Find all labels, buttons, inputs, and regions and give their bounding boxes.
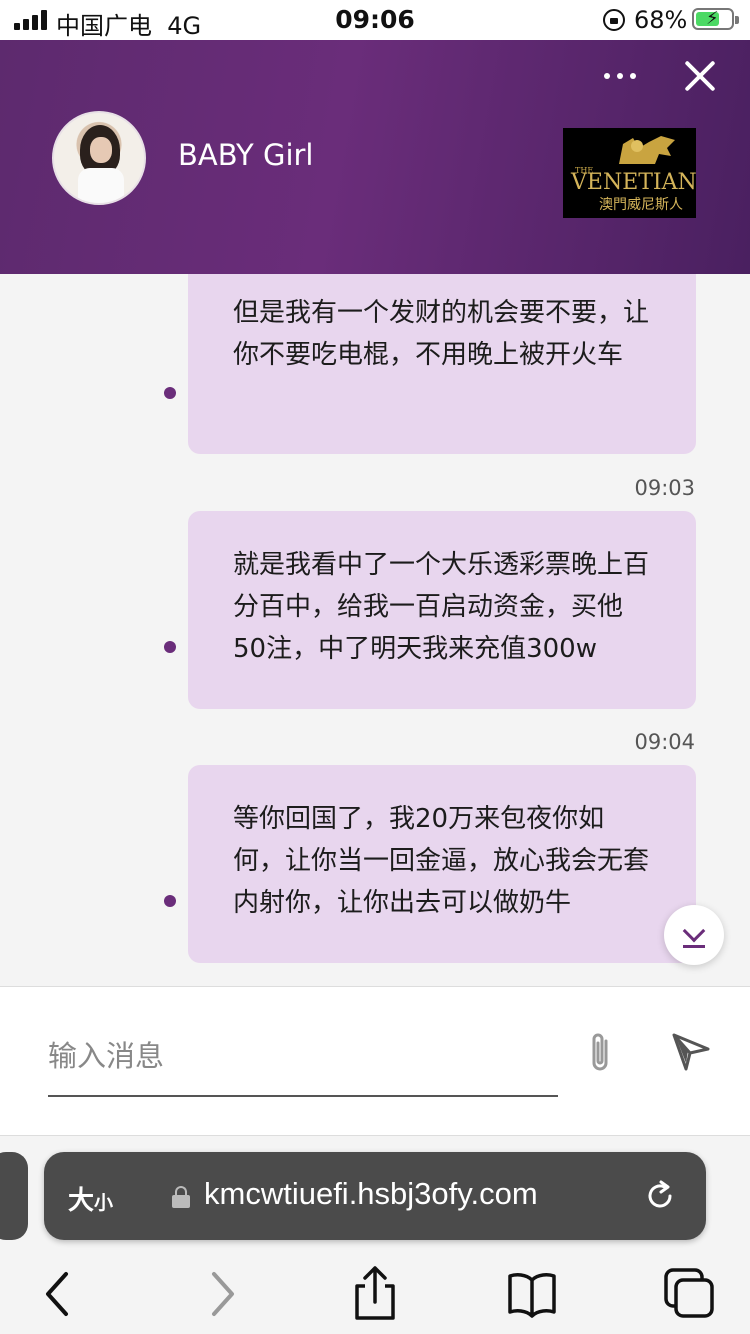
bottom-nav: [0, 1264, 750, 1334]
url-text[interactable]: kmcwtiuefi.hsbj3ofy.com: [204, 1176, 538, 1212]
message-text: 等你回国了，我20万来包夜你如何，让你当一回金逼，放心我会无套内射你，让你出去可…: [233, 804, 650, 918]
battery-icon: ⚡: [692, 8, 739, 30]
message-text: 但是我有一个发财的机会要不要，让你不要吃电棍，不用晚上被开火车: [233, 298, 650, 370]
message-input[interactable]: [48, 1017, 558, 1097]
back-icon[interactable]: [30, 1264, 90, 1324]
text-size-button[interactable]: 大小: [68, 1180, 113, 1217]
logo-name: VENETIAN: [571, 170, 697, 195]
chevron-down-icon: [682, 919, 706, 943]
message-status-dot: [164, 895, 176, 907]
message-list[interactable]: 但是我有一个发财的机会要不要，让你不要吃电棍，不用晚上被开火车 09:03 就是…: [0, 274, 750, 986]
venetian-logo: THE VENETIAN 澳門威尼斯人: [563, 128, 697, 218]
address-bar[interactable]: 大小 kmcwtiuefi.hsbj3ofy.com: [44, 1152, 706, 1240]
contact-name: BABY Girl: [178, 138, 314, 172]
browser-toolbar: 大小 kmcwtiuefi.hsbj3ofy.com: [0, 1136, 750, 1334]
reload-icon[interactable]: [644, 1180, 676, 1212]
battery-percent: 68%: [634, 6, 688, 34]
message-status-dot: [164, 387, 176, 399]
previous-tab[interactable]: [0, 1152, 28, 1240]
avatar[interactable]: [52, 111, 146, 205]
share-icon[interactable]: [345, 1264, 405, 1324]
tabs-icon[interactable]: [660, 1264, 720, 1324]
message-status-dot: [164, 641, 176, 653]
message-bubble[interactable]: 就是我看中了一个大乐透彩票晚上百分百中，给我一百启动资金，买他50注，中了明天我…: [188, 511, 696, 709]
winged-lion-icon: [619, 136, 675, 164]
forward-icon[interactable]: [190, 1264, 250, 1324]
message-time: 09:04: [634, 730, 695, 754]
message-time: 09:03: [634, 476, 695, 500]
more-options-icon[interactable]: [600, 68, 640, 84]
bookmarks-icon[interactable]: [502, 1264, 562, 1324]
composer: [0, 986, 750, 1136]
charging-bolt-icon: ⚡: [706, 8, 719, 29]
message-bubble[interactable]: 但是我有一个发财的机会要不要，让你不要吃电棍，不用晚上被开火车: [188, 274, 696, 454]
scroll-to-bottom-button[interactable]: [664, 905, 724, 965]
message-text: 就是我看中了一个大乐透彩票晚上百分百中，给我一百启动资金，买他50注，中了明天我…: [233, 550, 650, 664]
close-icon[interactable]: [682, 58, 718, 94]
paperclip-icon[interactable]: [584, 1031, 618, 1075]
message-bubble[interactable]: 等你回国了，我20万来包夜你如何，让你当一回金逼，放心我会无套内射你，让你出去可…: [188, 765, 696, 963]
lock-icon: [172, 1186, 190, 1208]
status-bar: 中国广电 4G 09:06 68% ⚡: [0, 0, 750, 40]
send-icon[interactable]: [668, 1031, 712, 1071]
logo-chinese: 澳門威尼斯人: [599, 197, 683, 213]
orientation-lock-icon: [603, 9, 625, 31]
chat-header: BABY Girl THE VENETIAN 澳門威尼斯人: [0, 40, 750, 274]
